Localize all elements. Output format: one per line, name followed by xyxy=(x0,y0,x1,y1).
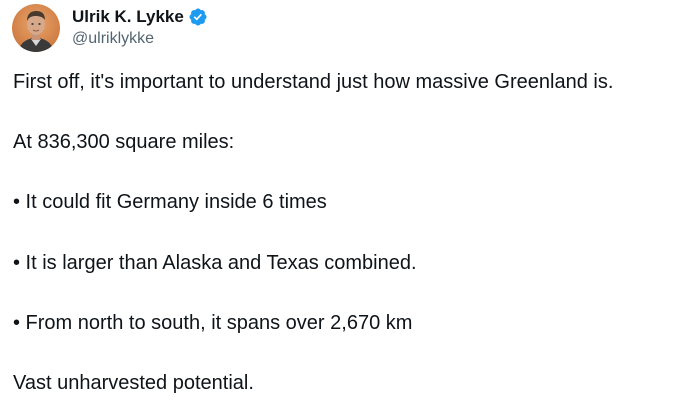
avatar-image xyxy=(12,4,60,52)
avatar[interactable] xyxy=(12,4,60,52)
author-handle[interactable]: @ulriklykke xyxy=(72,29,208,49)
tweet-paragraph: Vast unharvested potential. xyxy=(13,372,254,394)
display-name[interactable]: Ulrik K. Lykke xyxy=(72,7,184,27)
verified-badge-icon xyxy=(188,7,208,27)
name-row: Ulrik K. Lykke xyxy=(72,7,208,27)
tweet-bullet: • From north to south, it spans over 2,6… xyxy=(13,312,413,334)
tweet-bullet: • It could fit Germany inside 6 times xyxy=(13,191,327,213)
tweet-paragraph: First off, it's important to understand … xyxy=(13,71,614,93)
tweet-paragraph: At 836,300 square miles: xyxy=(13,131,235,153)
author-names: Ulrik K. Lykke @ulriklykke xyxy=(72,7,208,49)
tweet-header: Ulrik K. Lykke @ulriklykke xyxy=(12,4,208,52)
tweet-bullet: • It is larger than Alaska and Texas com… xyxy=(13,252,417,274)
tweet: Ulrik K. Lykke @ulriklykke First off, it… xyxy=(0,0,682,401)
